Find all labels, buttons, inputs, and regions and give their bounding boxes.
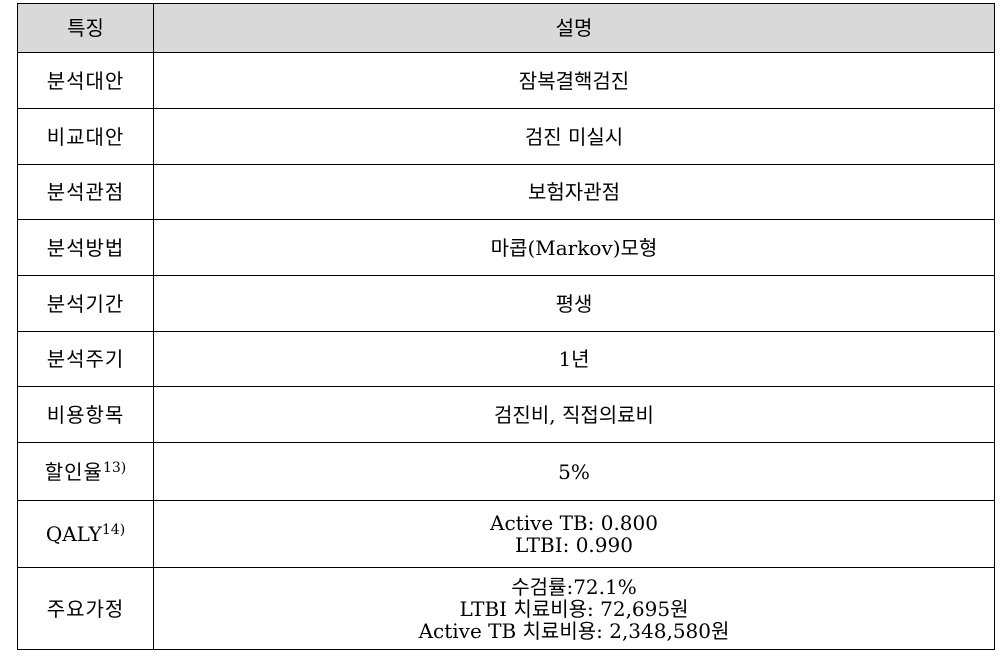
description-cell: 보험자관점 (153, 164, 995, 220)
feature-label: 분석관점 (46, 180, 125, 204)
feature-label: 비교대안 (46, 124, 125, 149)
table-row: 비교대안 검진 미실시 (17, 108, 995, 165)
table-row: 비용항목 검진비, 직접의료비 (17, 386, 995, 443)
feature-label: 분석기간 (46, 291, 125, 316)
feature-cell: 분석관점 (17, 164, 154, 220)
feature-label: 주요가정 (46, 596, 125, 621)
description-cell: Active TB: 0.800 LTBI: 0.990 (153, 500, 995, 568)
table-row: 주요가정 수검률:72.1% LTBI 치료비용: 72,695원 Active… (17, 567, 995, 650)
description-cell: 잠복결핵검진 (153, 52, 995, 109)
table-row: 분석주기 1년 (17, 331, 995, 387)
description-cell: 수검률:72.1% LTBI 치료비용: 72,695원 Active TB 치… (153, 567, 995, 650)
feature-label: 분석주기 (46, 347, 125, 371)
feature-cell: 비교대안 (17, 108, 154, 165)
description-line: 5% (558, 459, 590, 484)
footnote-ref[interactable]: 14) (102, 522, 125, 538)
feature-cell: 할인율13) (17, 442, 154, 501)
table-row: 분석방법 마콥(Markov)모형 (17, 219, 995, 276)
table-row: 할인율13) 5% (17, 442, 995, 501)
header-description: 설명 (153, 3, 995, 53)
feature-cell: 분석대안 (17, 52, 154, 109)
description-line: 수검률:72.1% (511, 574, 637, 599)
description-line: 보험자관점 (528, 180, 620, 204)
description-line: 1년 (558, 347, 590, 371)
description-cell: 검진비, 직접의료비 (153, 386, 995, 443)
table-row: 분석관점 보험자관점 (17, 164, 995, 220)
description-line: 마콥(Markov)모형 (490, 235, 658, 260)
table-row: 분석대안 잠복결핵검진 (17, 52, 995, 109)
description-cell: 평생 (153, 275, 995, 332)
feature-label: 분석방법 (46, 235, 125, 260)
feature-label: 분석대안 (46, 68, 125, 93)
description-line: Active TB 치료비용: 2,348,580원 (418, 618, 730, 643)
feature-cell: 분석방법 (17, 219, 154, 276)
description-cell: 1년 (153, 331, 995, 387)
table-row: 분석기간 평생 (17, 275, 995, 332)
feature-label: 할인율 (44, 459, 103, 484)
table-header-row: 특징 설명 (17, 3, 995, 53)
description-line: LTBI: 0.990 (515, 533, 633, 557)
header-feature: 특징 (17, 3, 154, 53)
description-cell: 마콥(Markov)모형 (153, 219, 995, 276)
table-row: QALY14) Active TB: 0.800 LTBI: 0.990 (17, 500, 995, 568)
description-cell: 검진 미실시 (153, 108, 995, 165)
feature-cell: 비용항목 (17, 386, 154, 443)
feature-cell: 분석기간 (17, 275, 154, 332)
feature-cell: 분석주기 (17, 331, 154, 387)
feature-label: QALY (45, 522, 102, 546)
description-line: Active TB: 0.800 (490, 511, 658, 535)
footnote-ref[interactable]: 13) (103, 460, 126, 476)
feature-cell: QALY14) (17, 500, 154, 568)
description-line: 검진비, 직접의료비 (494, 402, 654, 427)
description-line: 검진 미실시 (524, 124, 624, 149)
study-design-table: 특징 설명 분석대안 잠복결핵검진 비교대안 검진 미실시 분석관점 보험자관점… (17, 3, 995, 650)
feature-cell: 주요가정 (17, 567, 154, 650)
description-line: 평생 (555, 291, 593, 316)
description-line: LTBI 치료비용: 72,695원 (459, 596, 689, 621)
description-line: 잠복결핵검진 (518, 68, 630, 93)
description-cell: 5% (153, 442, 995, 501)
feature-label: 비용항목 (46, 402, 125, 427)
